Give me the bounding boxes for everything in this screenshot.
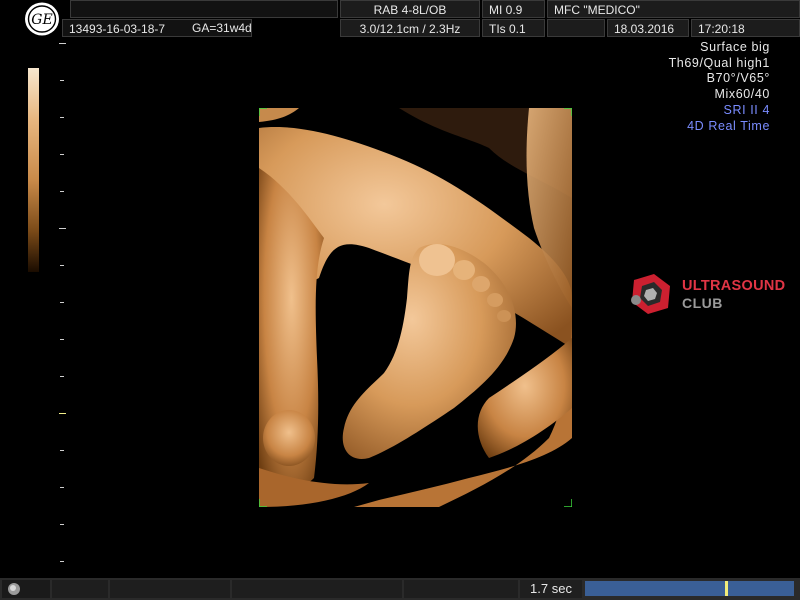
depth-frequency: 3.0/12.1cm / 2.3Hz bbox=[340, 19, 480, 37]
gestational-age: GA=31w4d bbox=[192, 21, 252, 35]
header-blank-2 bbox=[547, 19, 605, 37]
brand-line-2: CLUB bbox=[682, 295, 723, 311]
cine-position-marker[interactable] bbox=[725, 581, 729, 596]
facility-name: MFC "MEDICO" bbox=[547, 0, 800, 18]
4d-volume-render bbox=[259, 108, 572, 507]
depth-tick bbox=[59, 43, 66, 44]
depth-tick bbox=[60, 339, 64, 340]
trackball-icon bbox=[2, 580, 50, 598]
depth-tick bbox=[60, 376, 64, 377]
param-sri: SRI II 4 bbox=[723, 102, 770, 117]
param-threshold-quality: Th69/Qual high1 bbox=[668, 55, 770, 70]
ge-logo-icon: GE bbox=[25, 2, 59, 36]
exam-time: 17:20:18 bbox=[691, 19, 800, 37]
param-mix: Mix60/40 bbox=[714, 87, 770, 102]
cine-progress-bar[interactable] bbox=[585, 581, 794, 596]
depth-tick bbox=[60, 561, 64, 562]
param-render-mode: Surface big bbox=[700, 40, 770, 54]
softkey-tab-1[interactable] bbox=[52, 580, 108, 598]
svg-text:GE: GE bbox=[31, 12, 52, 28]
depth-tick bbox=[60, 154, 64, 155]
depth-tick bbox=[60, 524, 64, 525]
depth-tick bbox=[60, 450, 64, 451]
header-blank bbox=[70, 0, 338, 18]
mi-index: MI 0.9 bbox=[482, 0, 545, 18]
exam-date: 18.03.2016 bbox=[607, 19, 689, 37]
tis-index: TIs 0.1 bbox=[482, 19, 545, 37]
depth-tick bbox=[59, 228, 66, 229]
probe-label: RAB 4-8L/OB bbox=[340, 0, 480, 18]
depth-tick bbox=[60, 80, 64, 81]
depth-tick bbox=[60, 265, 64, 266]
param-angles: B70°/V65° bbox=[706, 71, 770, 86]
depth-tick bbox=[60, 191, 64, 192]
param-4d-mode: 4D Real Time bbox=[687, 118, 770, 133]
ultrasound-club-logo-icon bbox=[631, 274, 670, 314]
depth-tick bbox=[60, 117, 64, 118]
elapsed-time: 1.7 sec bbox=[520, 580, 582, 598]
ultrasound-club-brand: ULTRASOUND CLUB bbox=[626, 270, 796, 320]
softkey-tab-2[interactable] bbox=[110, 580, 230, 598]
imaging-parameters: Surface big Th69/Qual high1 B70°/V65° Mi… bbox=[669, 40, 770, 134]
depth-tick-focus bbox=[59, 413, 66, 414]
grayscale-map-bar bbox=[28, 68, 39, 272]
brand-line-1: ULTRASOUND bbox=[682, 278, 786, 294]
softkey-tab-4[interactable] bbox=[404, 580, 518, 598]
softkey-tab-3[interactable] bbox=[232, 580, 402, 598]
depth-tick bbox=[60, 487, 64, 488]
depth-tick bbox=[60, 302, 64, 303]
